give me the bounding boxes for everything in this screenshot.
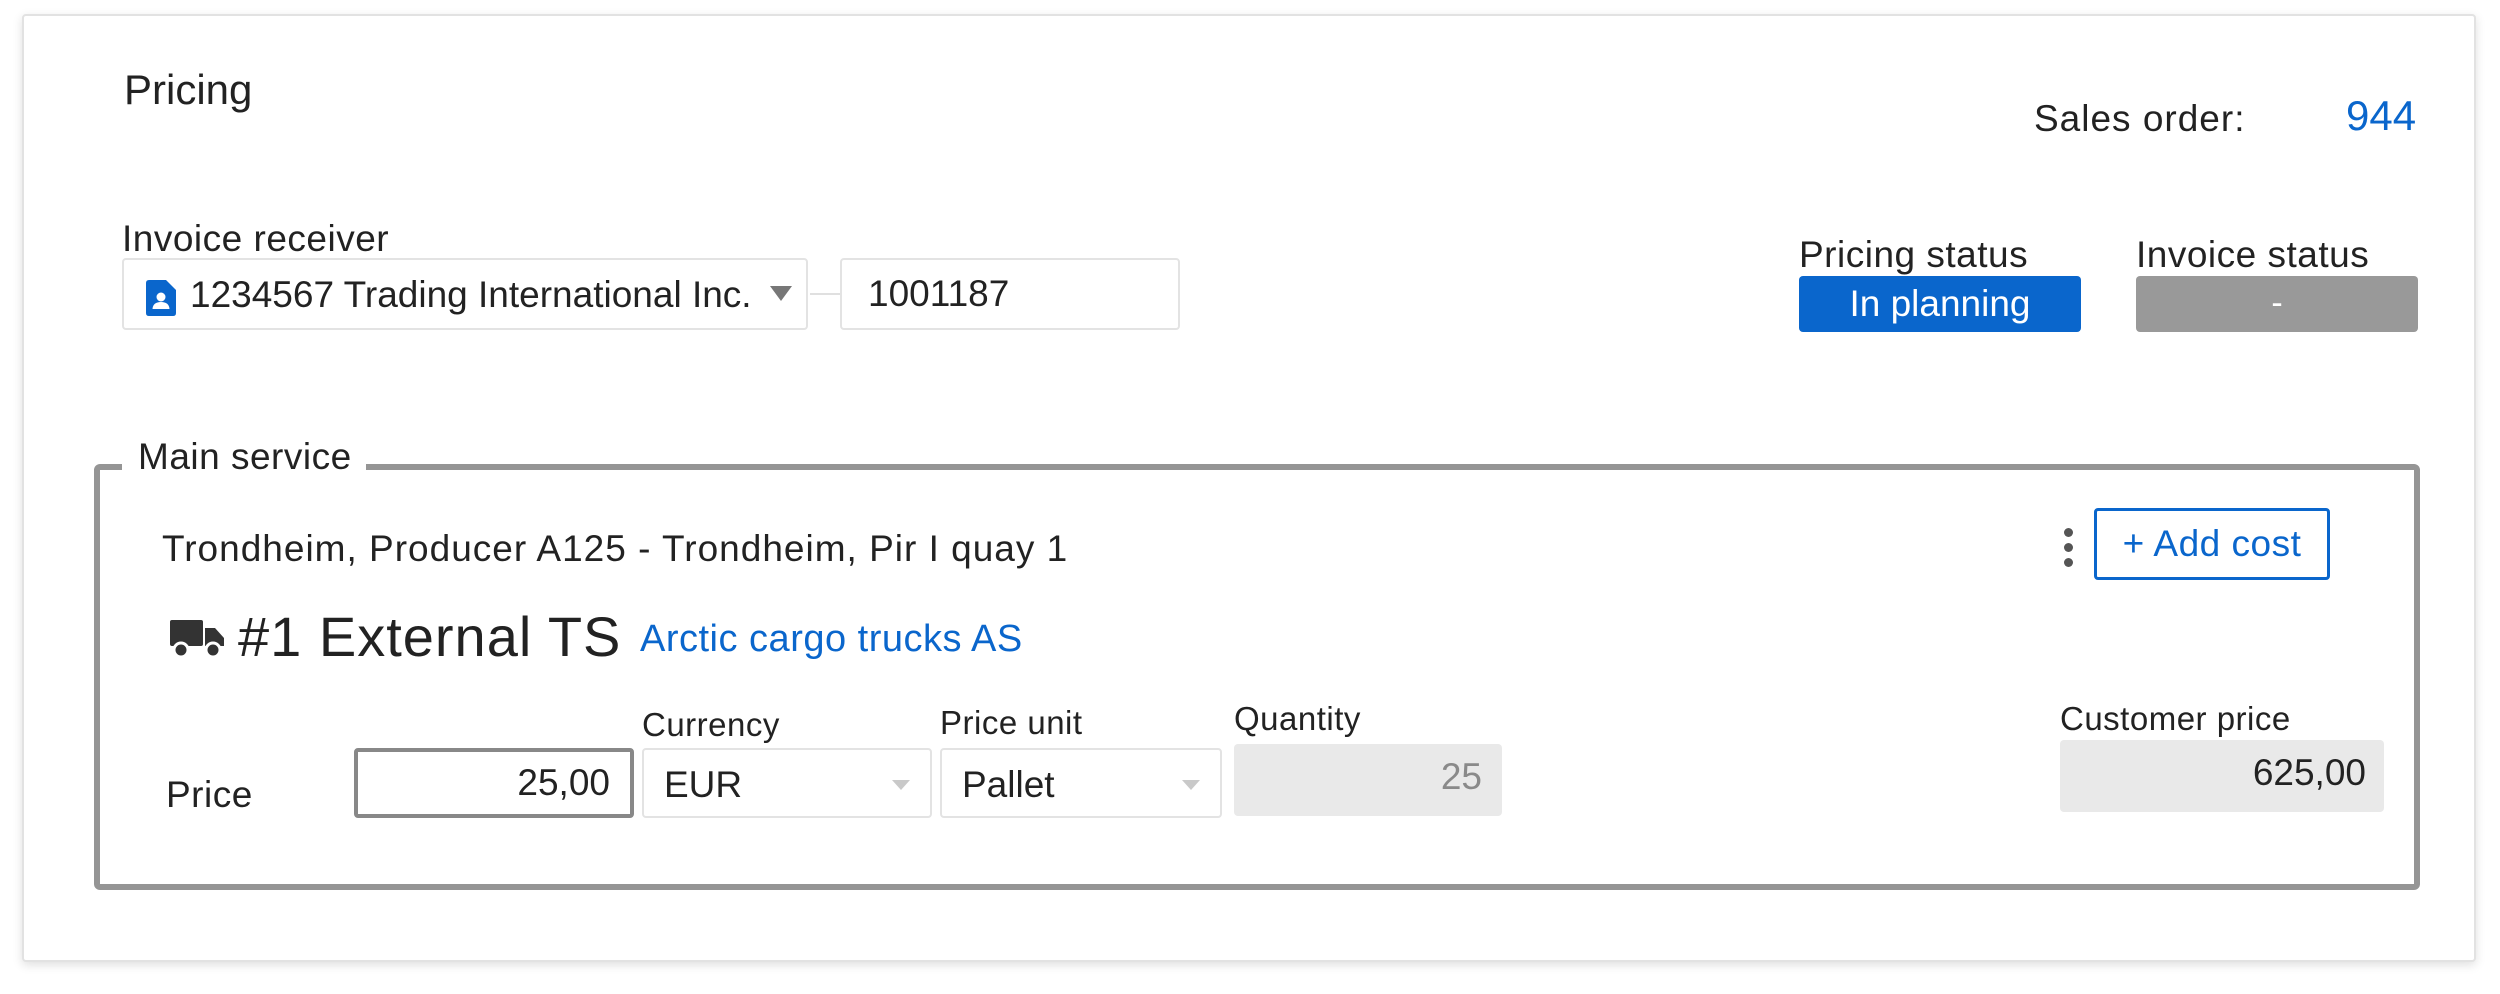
chevron-down-icon [1182,780,1200,790]
chevron-down-icon [892,780,910,790]
invoice-status-badge: - [2136,276,2418,332]
truck-icon [170,620,224,659]
currency-value: EUR [664,764,743,805]
price-unit-label: Price unit [940,704,1083,741]
pricing-card: Pricing Sales order: 944 Invoice receive… [22,14,2476,962]
pricing-status-label: Pricing status [1799,234,2029,275]
field-connector [810,293,840,295]
price-unit-value: Pallet [962,764,1055,805]
sales-order-link[interactable]: 944 [2346,92,2416,140]
price-unit-select[interactable]: Pallet [940,748,1222,818]
currency-label: Currency [642,706,780,743]
price-label: Price [166,774,253,815]
service-title: #1 External TS [238,605,622,668]
invoice-receiver-select[interactable]: 1234567 Trading International Inc. [122,258,808,330]
quantity-field: 25 [1234,744,1502,816]
sales-order-label: Sales order: [2034,98,2246,139]
invoice-receiver-label: Invoice receiver [122,218,390,259]
main-service-legend: Main service [122,436,366,478]
page-title: Pricing [124,66,253,113]
carrier-link[interactable]: Arctic cargo trucks AS [640,618,1023,661]
chevron-down-icon [770,286,792,301]
invoice-receiver-value: 1234567 Trading International Inc. [190,274,752,315]
customer-price-field: 625,00 [2060,740,2384,812]
pricing-status-badge: In planning [1799,276,2081,332]
customer-id-input[interactable] [840,258,1180,330]
more-options-icon[interactable] [2062,528,2074,576]
invoice-status-label: Invoice status [2136,234,2370,275]
price-input[interactable] [354,748,634,818]
currency-select[interactable]: EUR [642,748,932,818]
add-cost-button[interactable]: + Add cost [2094,508,2330,580]
customer-price-label: Customer price [2060,700,2291,737]
contact-document-icon [146,280,176,316]
quantity-label: Quantity [1234,700,1361,737]
service-route: Trondheim, Producer A125 - Trondheim, Pi… [162,528,1069,569]
